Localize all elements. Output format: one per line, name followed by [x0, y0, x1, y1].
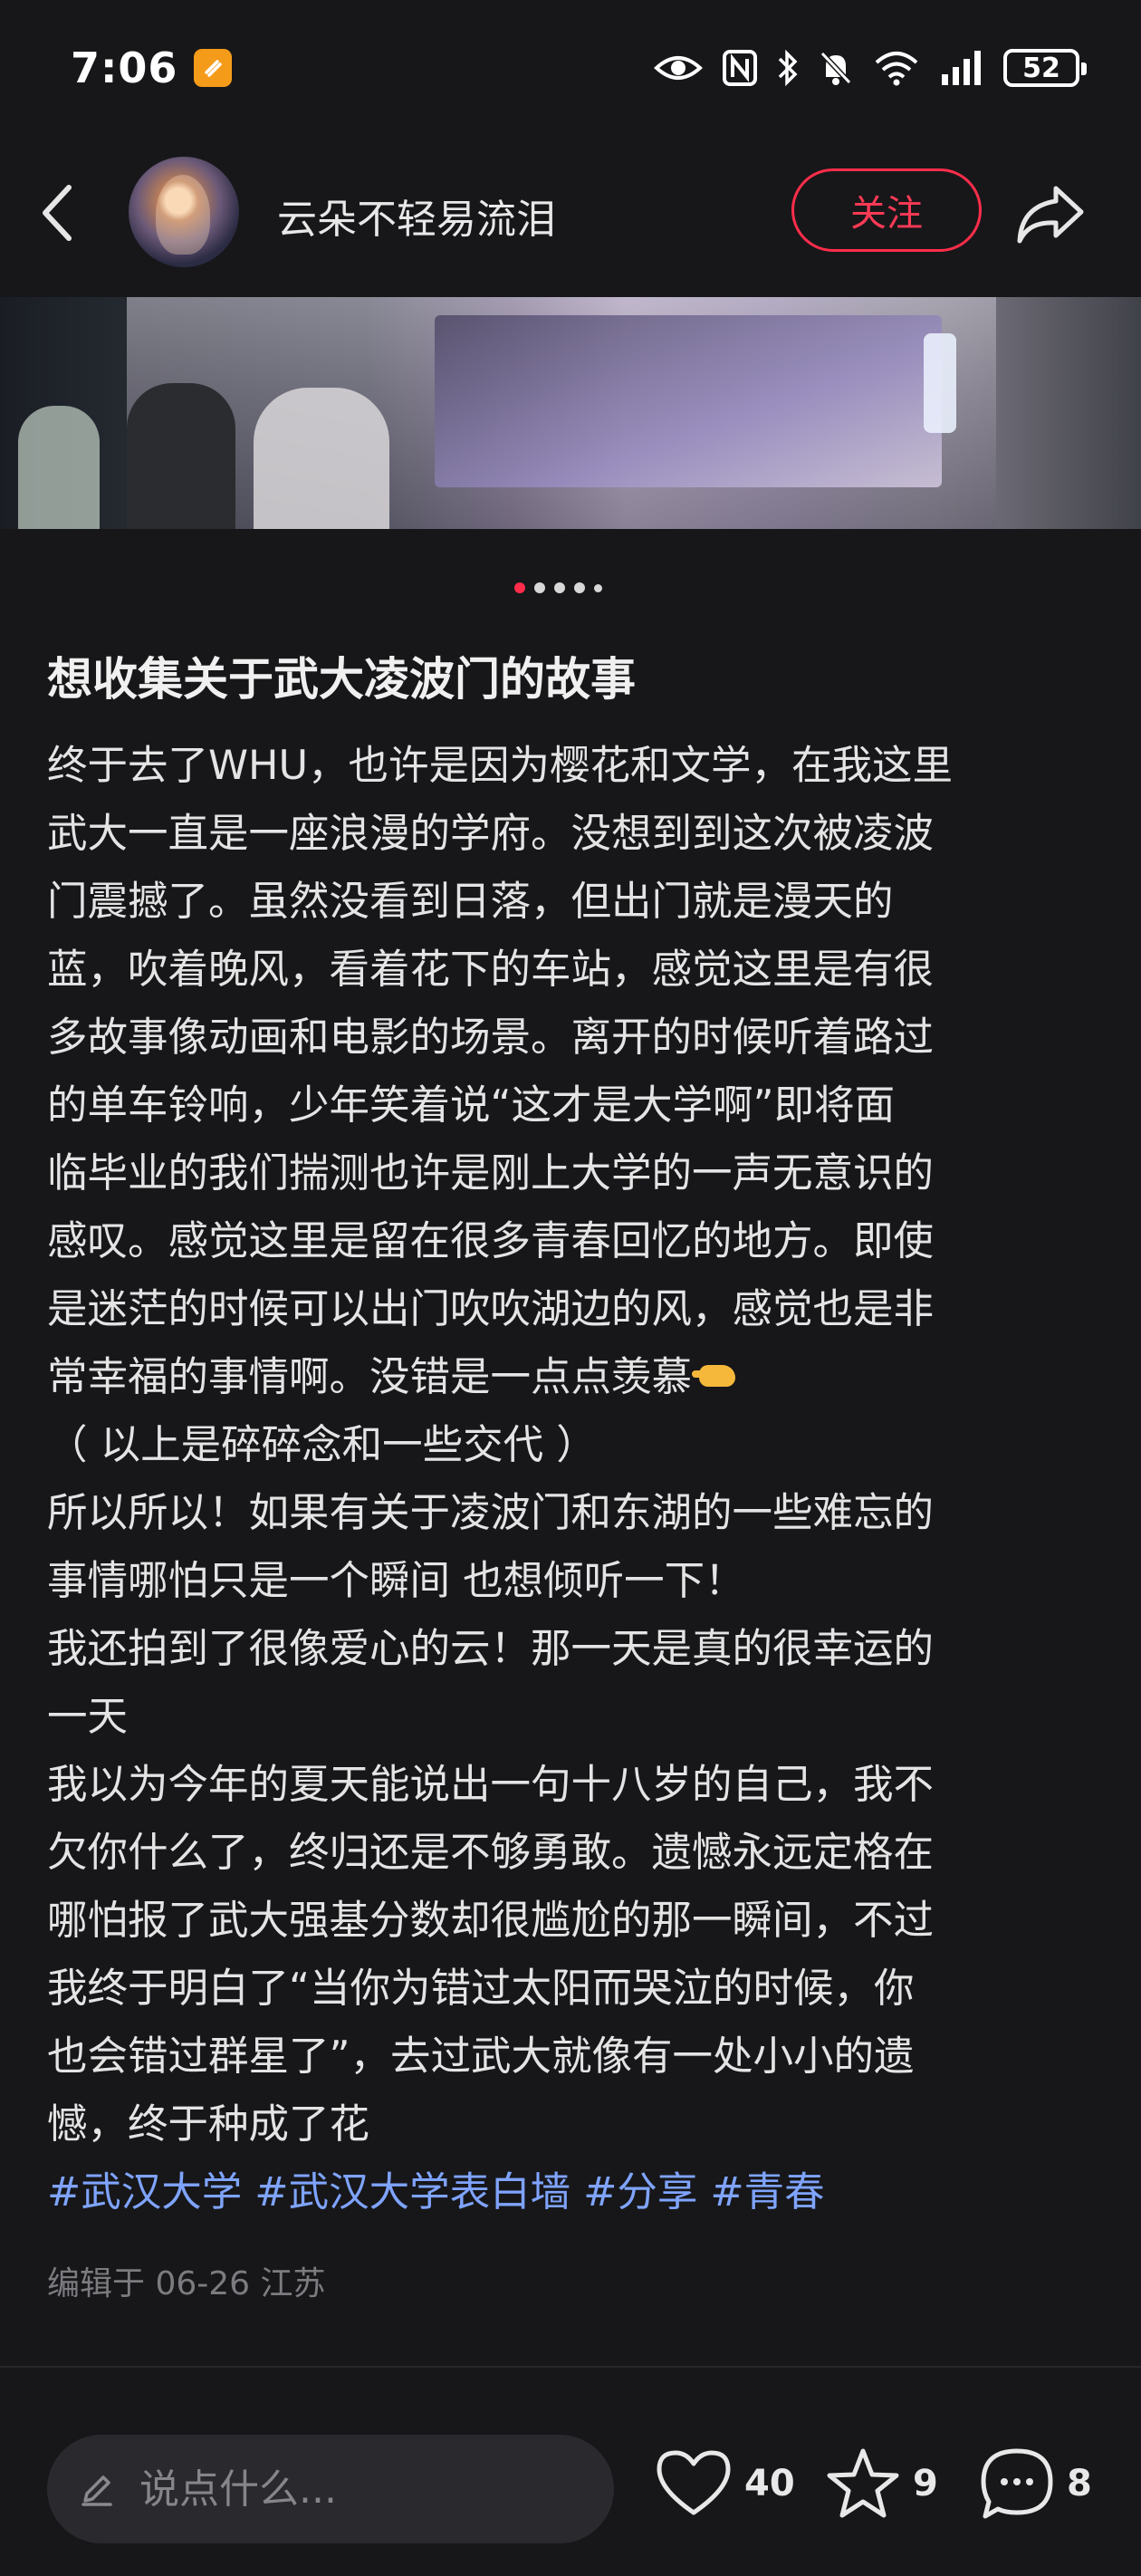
share-button[interactable] [1014, 183, 1087, 250]
mute-icon [820, 51, 852, 85]
favorite-button[interactable]: 9 [824, 2446, 978, 2522]
content-line: （ 以上是碎碎念和一些交代 ） [47, 1422, 597, 1468]
content-line: 也会错过群星了”，去过武大就像有一处小小的遗 [47, 2033, 915, 2080]
hashtag-link[interactable]: #青春 [710, 2158, 824, 2226]
content-line: 一天 [47, 1694, 129, 1740]
pinching-hand-emoji-icon [692, 1360, 746, 1392]
wifi-icon [875, 52, 918, 86]
content-line: 憾，终于种成了花 [47, 2101, 370, 2148]
content-line: 所以所以！如果有关于凌波门和东湖的一些难忘的 [47, 1490, 935, 1536]
chevron-left-icon [43, 185, 72, 241]
content-line: 我以为今年的夏天能说出一句十八岁的自己，我不 [47, 1762, 935, 1808]
comment-count: 8 [1067, 2463, 1092, 2504]
carousel-dot [594, 583, 602, 592]
content-line: 武大一直是一座浪漫的学府。没想到到这次被凌波 [47, 811, 935, 857]
like-count: 40 [744, 2463, 795, 2504]
comment-input[interactable] [138, 2465, 540, 2514]
hashtag-link[interactable]: #分享 [583, 2158, 697, 2226]
pencil-icon [82, 2475, 112, 2506]
author-name[interactable]: 云朵不轻易流泪 [277, 187, 556, 245]
status-bar: 7:06 52 [0, 0, 1141, 136]
content-line: 的单车铃响，少年笑着说“这才是大学啊”即将面 [47, 1082, 896, 1129]
content-line: 我终于明白了“当你为错过太阳而哭泣的时候，你 [47, 1966, 915, 2012]
content-line: 是迷茫的时候可以出门吹吹湖边的风，感觉也是非 [47, 1286, 935, 1332]
follow-button[interactable]: 关注 [791, 168, 982, 252]
carousel-dot [554, 582, 565, 593]
favorite-count: 9 [913, 2463, 938, 2504]
content-line: 哪怕报了武大强基分数却很尴尬的那一瞬间，不过 [47, 1898, 935, 1944]
battery-level: 52 [1022, 52, 1060, 84]
content-line: 欠你什么了，终归还是不够勇敢。遗憾永远定格在 [47, 1830, 935, 1876]
bluetooth-icon [778, 49, 798, 87]
comment-button[interactable]: 8 [978, 2446, 1092, 2522]
carousel-dot [534, 582, 545, 593]
hashtag-list: #武汉大学 #武汉大学表白墙 #分享 #青春 [47, 2158, 1098, 2226]
carousel-dot [574, 582, 585, 593]
content-line: 门震撼了。虽然没看到日落，但出门就是漫天的 [47, 879, 894, 925]
post-content: 终于去了WHU，也许是因为樱花和文学，在我这里 武大一直是一座浪漫的学府。没想到… [47, 732, 1098, 2226]
battery-icon: 52 [1003, 49, 1087, 87]
eye-icon [654, 56, 703, 80]
hashtag-link[interactable]: #武汉大学 [47, 2158, 242, 2226]
like-button[interactable]: 40 [654, 2447, 824, 2520]
signal-icon [942, 51, 981, 85]
heart-icon [657, 2450, 731, 2515]
comment-box[interactable] [47, 2435, 614, 2543]
post-title: 想收集关于武大凌波门的故事 [47, 653, 636, 706]
share-icon [1017, 186, 1084, 244]
content-line: 事情哪怕只是一个瞬间 也想倾听一下！ [47, 1558, 745, 1604]
time-text: 7:06 [71, 43, 178, 92]
carousel-indicator [514, 582, 602, 593]
bottom-action-bar: 40 9 8 [0, 2368, 1141, 2576]
carousel-dot [514, 582, 525, 593]
clock: 7:06 [71, 43, 233, 92]
content-line: 常幸福的事情啊。没错是一点点羡慕 [47, 1354, 693, 1400]
nfc-icon [723, 50, 757, 86]
post-header: 云朵不轻易流泪 关注 [0, 154, 1141, 272]
avatar[interactable] [129, 157, 239, 267]
content-line: 多故事像动画和电影的场景。离开的时候听着路过 [47, 1014, 935, 1061]
hashtag-link[interactable]: #武汉大学表白墙 [254, 2158, 570, 2226]
app-notification-icon [194, 49, 233, 87]
back-button[interactable] [40, 181, 94, 245]
comment-bubble-icon [981, 2448, 1053, 2519]
content-line-with-emoji: 常幸福的事情啊。没错是一点点羡慕 [47, 1343, 1098, 1411]
star-icon [827, 2448, 899, 2518]
content-line: 临毕业的我们揣测也许是刚上大学的一声无意识的 [47, 1150, 935, 1197]
content-line: 终于去了WHU，也许是因为樱花和文学，在我这里 [47, 743, 954, 789]
content-line: 我还拍到了很像爱心的云！那一天是真的很幸运的 [47, 1626, 935, 1672]
content-line: 感叹。感觉这里是留在很多青春回忆的地方。即使 [47, 1218, 935, 1264]
post-image[interactable] [0, 297, 1141, 529]
content-line: 蓝，吹着晚风，看着花下的车站，感觉这里是有很 [47, 947, 935, 993]
edit-date-location: 编辑于 06-26 江苏 [47, 2265, 326, 2302]
